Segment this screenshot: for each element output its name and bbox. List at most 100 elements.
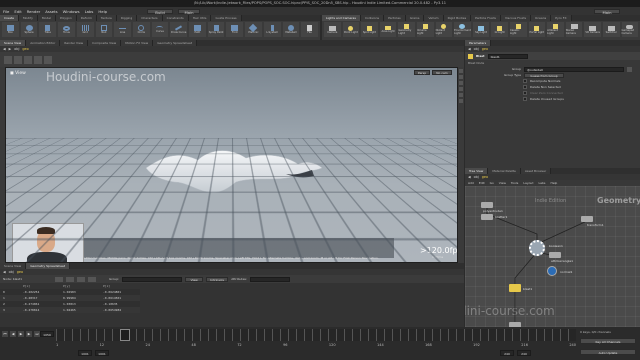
shelf-tool-environment-light[interactable]: Environment Light [454, 22, 471, 37]
playback-end-field[interactable]: 240 [500, 350, 514, 356]
shelf-tab[interactable]: Particles [384, 15, 406, 21]
shelf-tab[interactable]: Modify [18, 15, 38, 21]
step-forward-icon[interactable]: ▶ [26, 331, 32, 337]
menu-add[interactable]: Add [468, 181, 474, 185]
jump-start-icon[interactable]: ⏮ [2, 331, 8, 337]
shelf-tool-gi-light[interactable]: GI Light [491, 22, 508, 37]
shelf-tool-stereo-camera[interactable]: Stereo Camera [565, 22, 583, 37]
display-option-icon[interactable] [459, 87, 463, 91]
shelf-tool-tube[interactable]: Tube [39, 22, 57, 37]
shelf-tab[interactable]: Characters [137, 15, 163, 21]
playback-start-field[interactable]: 1001 [95, 350, 109, 356]
menu-edit[interactable]: Edit [479, 181, 485, 185]
group-type-dropdown[interactable]: Guess from Group [524, 72, 564, 78]
checkbox-row-3[interactable]: Delete Unused Groups [465, 96, 640, 102]
shelf-tool-spot-light[interactable]: Spot Light [361, 22, 378, 37]
path-obj[interactable]: obj [474, 175, 479, 179]
shelf-tool-point-light[interactable]: Point Light [342, 22, 360, 37]
rotate-tool-icon[interactable] [24, 55, 32, 64]
play-icon[interactable]: ▶ [18, 331, 24, 337]
node-polyextrude[interactable] [481, 202, 493, 208]
intrinsics-dropdown[interactable]: Intrinsics [206, 276, 229, 282]
auto-update-dropdown[interactable]: Auto Update [580, 349, 636, 355]
move-tool-icon[interactable] [14, 55, 22, 64]
shelf-tab[interactable]: Texture [96, 15, 117, 21]
context-selector[interactable]: Main [178, 8, 201, 15]
shelf-tool-sphere[interactable]: Sphere [20, 22, 38, 37]
shelf-tab[interactable]: Rigging [116, 15, 138, 21]
group-filter-input[interactable] [122, 276, 183, 282]
shelf-tool-area-light[interactable]: Area Light [379, 22, 397, 37]
tab-tree-view[interactable]: Tree View [465, 168, 489, 174]
menu-layout[interactable]: Layout [523, 181, 533, 185]
shelf-tab[interactable]: Lights and Cameras [322, 15, 361, 21]
back-arrow-icon[interactable]: ◀ [3, 47, 6, 51]
node-scatter[interactable] [481, 214, 493, 220]
shelf-tab[interactable]: Model [37, 15, 56, 21]
menu-edit[interactable]: Edit [14, 9, 21, 14]
shelf-tool-path[interactable]: Path [189, 22, 206, 37]
menu-help[interactable]: Help [551, 181, 558, 185]
node-attribwrangle[interactable] [549, 252, 561, 258]
shelf-tool-null[interactable]: Null [95, 22, 113, 37]
network-editor[interactable]: Indie Edition Geometry Houdini-course.co… [465, 186, 640, 346]
shelf-tool-curve[interactable]: Curve [151, 22, 169, 37]
shelf-tab[interactable]: Polygon [55, 15, 77, 21]
menu-render[interactable]: Render [27, 9, 41, 14]
node-transform[interactable] [581, 216, 593, 222]
end-frame-field[interactable]: 240 [517, 350, 531, 356]
back-arrow-icon[interactable]: ◀ [3, 270, 6, 274]
path-geo[interactable]: geo [482, 175, 488, 179]
menu-windows[interactable]: Windows [63, 9, 80, 14]
tab-asset-browser[interactable]: Asset Browser [520, 168, 552, 174]
shelf-tool-circle[interactable]: Circle [132, 22, 150, 37]
shelf-tab[interactable]: Constraints [162, 15, 189, 21]
attribute-filter-input[interactable] [250, 276, 291, 282]
clear-zero-connected-checkbox[interactable] [523, 91, 527, 95]
menu-labs[interactable]: Labs [539, 181, 546, 185]
desktop-selector[interactable]: Build [147, 8, 174, 15]
menu-assets[interactable]: Assets [45, 9, 57, 14]
shelf-tool-file[interactable]: File [301, 22, 318, 37]
path-obj[interactable]: obj [474, 47, 479, 51]
step-back-icon[interactable]: ◀ [10, 331, 16, 337]
path-obj[interactable]: obj [9, 270, 14, 274]
shelf-tool-camera[interactable]: Camera [324, 22, 341, 37]
recompute-normals-checkbox[interactable] [523, 79, 527, 83]
forward-arrow-icon[interactable]: ▶ [9, 47, 12, 51]
menu-tools[interactable]: Tools [511, 181, 518, 185]
display-option-icon[interactable] [459, 93, 463, 97]
shelf-tab[interactable]: Vellum [424, 15, 444, 21]
shelf-tool-line[interactable]: Line [114, 22, 131, 37]
shelf-tab[interactable]: Pyro FX [551, 15, 572, 21]
shelf-tab[interactable]: Collisions [360, 15, 385, 21]
path-obj[interactable]: obj [14, 47, 19, 51]
arrow-select-icon[interactable] [627, 66, 632, 72]
tab-geometry-spreadsheet[interactable]: Geometry Spreadsheet [26, 263, 71, 269]
detail-mode-icon[interactable] [88, 276, 97, 282]
shelf-tool-caustic-light[interactable]: Caustic Light [509, 22, 527, 37]
timeline-ruler[interactable] [56, 329, 576, 341]
vertices-mode-icon[interactable] [66, 276, 75, 282]
points-mode-icon[interactable] [55, 276, 64, 282]
menu-view[interactable]: View [499, 181, 506, 185]
menu-help[interactable]: Help [98, 9, 107, 14]
back-arrow-icon[interactable]: ◀ [468, 47, 471, 51]
tab-parameters[interactable]: Parameters [465, 40, 492, 46]
shelf-tool-platonic[interactable]: Platonic [245, 22, 262, 37]
shelf-tab[interactable]: Viscous Fluids [500, 15, 532, 21]
shelf-tool-lsystem[interactable]: L-System [263, 22, 281, 37]
shelf-tool-font[interactable]: Font [226, 22, 244, 37]
shelf-tool-vr-camera[interactable]: VR Camera [584, 22, 601, 37]
persp-menu[interactable]: Persp [414, 70, 430, 75]
node-blast[interactable] [509, 284, 521, 292]
shelf-tool-sky-light[interactable]: Sky Light [472, 22, 490, 37]
shelf-tool-draw-curve[interactable]: Draw Curve [170, 22, 188, 37]
delete-non-selected-checkbox[interactable] [523, 85, 527, 89]
shelf-tool-portal-light[interactable]: Portal Light [528, 22, 546, 37]
shelf-tab[interactable]: Create [0, 15, 19, 21]
display-option-icon[interactable] [459, 99, 463, 103]
shelf-tool-ambient-light[interactable]: Ambient Light [547, 22, 564, 37]
shelf-tool-metaball[interactable]: Metaball [282, 22, 300, 37]
menu-go[interactable]: Go [490, 181, 494, 185]
